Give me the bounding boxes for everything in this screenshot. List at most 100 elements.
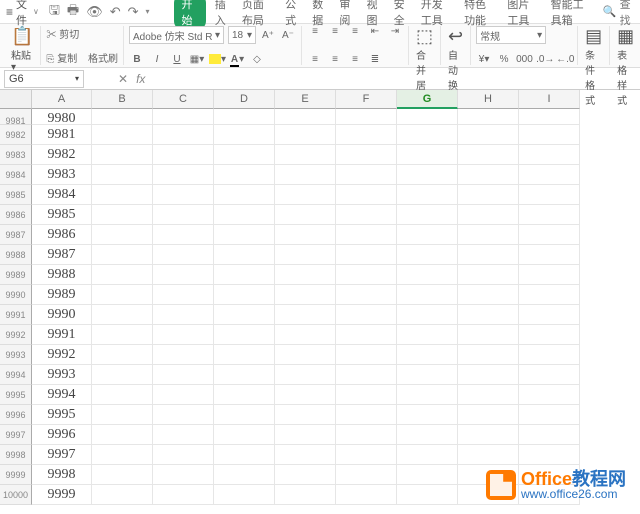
cell[interactable]	[214, 225, 275, 245]
cell[interactable]	[214, 345, 275, 365]
cell[interactable]	[519, 325, 580, 345]
table-style-button[interactable]: ▦表格样式	[615, 26, 636, 65]
cell[interactable]	[519, 445, 580, 465]
cell[interactable]	[275, 405, 336, 425]
column-header-f[interactable]: F	[336, 90, 397, 109]
cell[interactable]	[153, 109, 214, 125]
cell[interactable]	[92, 285, 153, 305]
cell[interactable]	[336, 325, 397, 345]
cell[interactable]	[214, 109, 275, 125]
cell[interactable]	[92, 385, 153, 405]
cell[interactable]	[519, 109, 580, 125]
cell[interactable]	[275, 385, 336, 405]
save-icon[interactable]: 🖫	[49, 1, 60, 23]
cell[interactable]	[458, 265, 519, 285]
row-header[interactable]: 9990	[0, 285, 32, 305]
cell[interactable]	[214, 485, 275, 505]
decrease-font-button[interactable]: A⁻	[280, 30, 296, 41]
column-header-a[interactable]: A	[32, 90, 92, 109]
cell[interactable]	[153, 365, 214, 385]
row-header[interactable]: 9993	[0, 345, 32, 365]
border-button[interactable]: ▦▾	[189, 54, 205, 65]
cell[interactable]	[92, 185, 153, 205]
cell[interactable]	[397, 285, 458, 305]
cell[interactable]	[153, 385, 214, 405]
merge-button[interactable]: ⬚合并居中	[414, 26, 435, 65]
cell[interactable]	[458, 245, 519, 265]
name-box[interactable]: G6 ▾	[4, 70, 84, 88]
cell[interactable]	[92, 465, 153, 485]
cell[interactable]	[397, 325, 458, 345]
row-header[interactable]: 9988	[0, 245, 32, 265]
cell[interactable]	[153, 165, 214, 185]
cut-button[interactable]: ✂ 剪切	[46, 26, 79, 41]
cell[interactable]	[275, 205, 336, 225]
cell[interactable]	[275, 345, 336, 365]
cell[interactable]: 9995	[32, 405, 92, 425]
cell[interactable]	[397, 205, 458, 225]
cell[interactable]: 9994	[32, 385, 92, 405]
cell[interactable]	[275, 225, 336, 245]
cell[interactable]	[336, 225, 397, 245]
cell[interactable]: 9988	[32, 265, 92, 285]
cell[interactable]: 9980	[32, 109, 92, 125]
font-size-select[interactable]: 18▾	[228, 26, 256, 44]
cell[interactable]	[519, 385, 580, 405]
indent-right-button[interactable]: ⇥	[387, 26, 403, 37]
dec-decimal-button[interactable]: ←.0	[556, 54, 572, 65]
row-header[interactable]: 9998	[0, 445, 32, 465]
currency-button[interactable]: ¥▾	[476, 54, 492, 65]
cell[interactable]	[458, 205, 519, 225]
row-header[interactable]: 9999	[0, 465, 32, 485]
cell[interactable]	[336, 465, 397, 485]
cell[interactable]	[275, 325, 336, 345]
cell[interactable]	[275, 285, 336, 305]
wrap-button[interactable]: ↩自动换行	[446, 26, 465, 65]
cell[interactable]	[92, 425, 153, 445]
align-middle-button[interactable]: ≡	[327, 26, 343, 37]
cell[interactable]	[275, 465, 336, 485]
cell[interactable]: 9981	[32, 125, 92, 145]
cell[interactable]	[92, 125, 153, 145]
cell[interactable]	[92, 225, 153, 245]
select-all-corner[interactable]	[0, 90, 32, 109]
cell[interactable]	[214, 425, 275, 445]
file-menu[interactable]: ≡ 文件 ∨	[6, 0, 39, 28]
cell[interactable]	[275, 109, 336, 125]
undo-icon[interactable]: ↶	[110, 4, 121, 20]
print-icon[interactable]: 🖶	[67, 1, 79, 23]
cell[interactable]	[153, 205, 214, 225]
cell[interactable]	[519, 485, 580, 505]
increase-font-button[interactable]: A⁺	[260, 30, 276, 41]
cell[interactable]	[214, 185, 275, 205]
cell[interactable]	[153, 225, 214, 245]
preview-icon[interactable]: 👁	[86, 4, 103, 20]
row-header[interactable]: 9986	[0, 205, 32, 225]
row-header[interactable]: 9982	[0, 125, 32, 145]
cond-format-button[interactable]: ▤条件格式	[583, 26, 604, 65]
cell[interactable]: 9982	[32, 145, 92, 165]
row-header[interactable]: 9981	[0, 109, 32, 125]
cell[interactable]	[275, 425, 336, 445]
cell[interactable]	[519, 185, 580, 205]
row-header[interactable]: 9996	[0, 405, 32, 425]
cell[interactable]	[214, 385, 275, 405]
cell[interactable]	[458, 125, 519, 145]
cell[interactable]	[458, 145, 519, 165]
font-name-select[interactable]: Adobe 仿宋 Std R▾	[129, 26, 224, 44]
cell[interactable]	[397, 385, 458, 405]
cell[interactable]	[153, 125, 214, 145]
cell[interactable]	[214, 365, 275, 385]
search-button[interactable]: 🔍 查找	[603, 0, 634, 28]
cell[interactable]	[92, 205, 153, 225]
row-header[interactable]: 9984	[0, 165, 32, 185]
cell[interactable]	[275, 365, 336, 385]
cell[interactable]	[519, 365, 580, 385]
cell[interactable]	[336, 265, 397, 285]
cell[interactable]: 9984	[32, 185, 92, 205]
cell[interactable]	[275, 305, 336, 325]
cell[interactable]	[336, 245, 397, 265]
cell[interactable]	[519, 285, 580, 305]
align-bottom-button[interactable]: ≡	[347, 26, 363, 37]
column-header-g[interactable]: G	[397, 90, 458, 109]
